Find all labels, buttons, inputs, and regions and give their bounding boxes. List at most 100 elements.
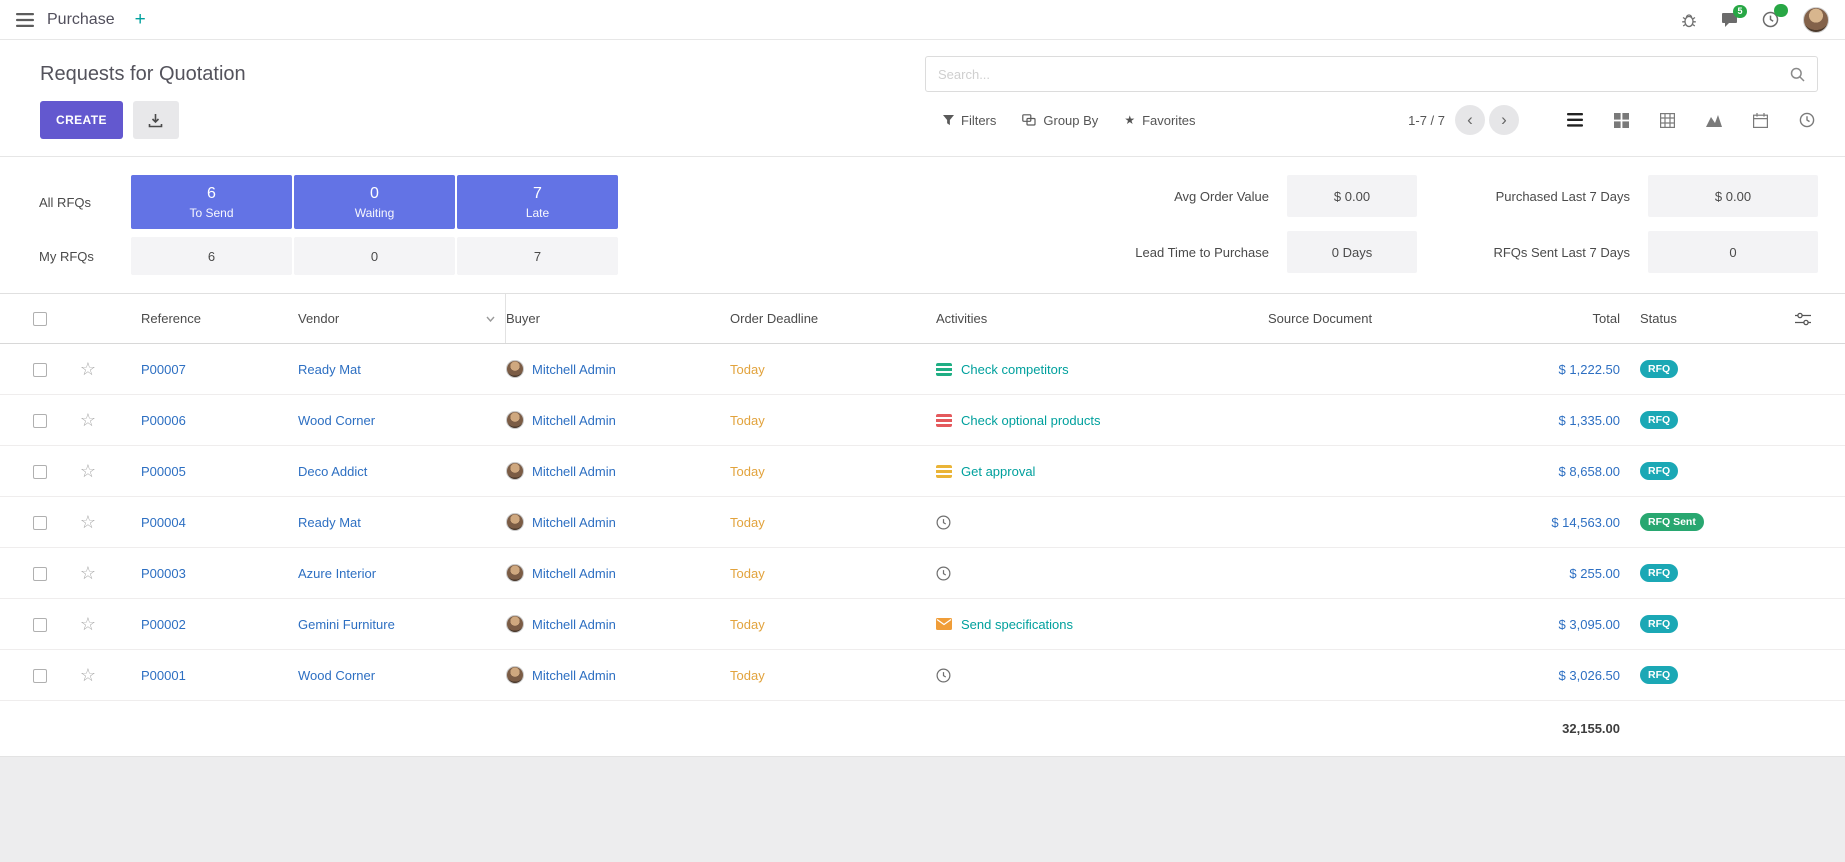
graph-view-icon[interactable] (1706, 113, 1722, 127)
row-checkbox[interactable] (33, 669, 47, 683)
buyer-cell[interactable]: Mitchell Admin (506, 462, 730, 480)
activity-clock-icon[interactable] (936, 668, 951, 683)
reference-link[interactable]: P00006 (114, 413, 298, 428)
favorite-star-icon[interactable]: ☆ (80, 461, 96, 481)
header-buyer[interactable]: Buyer (506, 311, 730, 326)
buyer-avatar (506, 564, 524, 582)
kpi-waiting[interactable]: 0 Waiting (294, 175, 455, 229)
total-amount: $ 3,026.50 (1530, 668, 1620, 683)
reference-link[interactable]: P00003 (114, 566, 298, 581)
table-row[interactable]: ☆ P00006 Wood Corner Mitchell Admin Toda… (0, 395, 1845, 446)
apps-menu-icon[interactable] (16, 13, 34, 27)
header-status[interactable]: Status (1620, 311, 1760, 326)
buyer-cell[interactable]: Mitchell Admin (506, 615, 730, 633)
activity-cell[interactable]: Check optional products (936, 413, 1268, 428)
select-all-checkbox[interactable] (33, 312, 47, 326)
user-avatar[interactable] (1803, 7, 1829, 33)
activity-cell[interactable]: Check competitors (936, 362, 1268, 377)
activity-cell[interactable] (936, 515, 1268, 530)
header-total[interactable]: Total (1530, 311, 1620, 326)
vendor-link[interactable]: Deco Addict (298, 464, 506, 479)
activity-summary[interactable]: Send specifications (961, 617, 1073, 632)
reference-link[interactable]: P00001 (114, 668, 298, 683)
row-checkbox[interactable] (33, 414, 47, 428)
search-input[interactable] (938, 67, 1790, 82)
header-activities[interactable]: Activities (936, 311, 1268, 326)
favorite-star-icon[interactable]: ☆ (80, 665, 96, 685)
favorite-star-icon[interactable]: ☆ (80, 359, 96, 379)
filters-button[interactable]: Filters (943, 113, 996, 128)
order-deadline: Today (730, 464, 936, 479)
buyer-cell[interactable]: Mitchell Admin (506, 411, 730, 429)
buyer-cell[interactable]: Mitchell Admin (506, 513, 730, 531)
favorites-button[interactable]: ★ Favorites (1124, 113, 1195, 128)
new-tab-plus-icon[interactable]: + (135, 10, 146, 29)
search-icon[interactable] (1790, 67, 1805, 82)
header-source-document[interactable]: Source Document (1268, 311, 1530, 326)
messages-icon[interactable]: 5 (1721, 12, 1738, 28)
search-box[interactable] (925, 56, 1818, 92)
stat-label: Avg Order Value (1089, 175, 1269, 217)
activity-cell[interactable]: Send specifications (936, 617, 1268, 632)
activity-cell[interactable] (936, 668, 1268, 683)
reference-link[interactable]: P00002 (114, 617, 298, 632)
table-row[interactable]: ☆ P00003 Azure Interior Mitchell Admin T… (0, 548, 1845, 599)
reference-link[interactable]: P00004 (114, 515, 298, 530)
table-row[interactable]: ☆ P00007 Ready Mat Mitchell Admin Today … (0, 344, 1845, 395)
kpi-late[interactable]: 7 Late (457, 175, 618, 229)
activity-summary[interactable]: Get approval (961, 464, 1035, 479)
table-row[interactable]: ☆ P00001 Wood Corner Mitchell Admin Toda… (0, 650, 1845, 701)
row-checkbox[interactable] (33, 465, 47, 479)
activity-summary[interactable]: Check competitors (961, 362, 1069, 377)
favorite-star-icon[interactable]: ☆ (80, 563, 96, 583)
favorite-star-icon[interactable]: ☆ (80, 410, 96, 430)
buyer-cell[interactable]: Mitchell Admin (506, 564, 730, 582)
header-order-deadline[interactable]: Order Deadline (730, 311, 936, 326)
my-waiting[interactable]: 0 (294, 237, 455, 275)
list-view-icon[interactable] (1567, 113, 1583, 127)
vendor-link[interactable]: Azure Interior (298, 566, 506, 581)
row-checkbox[interactable] (33, 567, 47, 581)
table-row[interactable]: ☆ P00005 Deco Addict Mitchell Admin Toda… (0, 446, 1845, 497)
activity-cell[interactable] (936, 566, 1268, 581)
favorite-star-icon[interactable]: ☆ (80, 512, 96, 532)
my-to-send[interactable]: 6 (131, 237, 292, 275)
activities-clock-icon[interactable] (1762, 11, 1779, 28)
pivot-view-icon[interactable] (1660, 113, 1675, 128)
vendor-link[interactable]: Gemini Furniture (298, 617, 506, 632)
vendor-link[interactable]: Ready Mat (298, 362, 506, 377)
activity-clock-icon[interactable] (936, 566, 951, 581)
buyer-cell[interactable]: Mitchell Admin (506, 666, 730, 684)
row-checkbox[interactable] (33, 516, 47, 530)
vendor-link[interactable]: Ready Mat (298, 515, 506, 530)
activity-clock-icon[interactable] (936, 515, 951, 530)
create-button[interactable]: CREATE (40, 101, 123, 139)
activity-summary[interactable]: Check optional products (961, 413, 1100, 428)
pager-next-button[interactable]: › (1489, 105, 1519, 135)
favorite-star-icon[interactable]: ☆ (80, 614, 96, 634)
table-row[interactable]: ☆ P00004 Ready Mat Mitchell Admin Today … (0, 497, 1845, 548)
vendor-link[interactable]: Wood Corner (298, 413, 506, 428)
row-checkbox[interactable] (33, 363, 47, 377)
reference-link[interactable]: P00005 (114, 464, 298, 479)
my-late[interactable]: 7 (457, 237, 618, 275)
buyer-cell[interactable]: Mitchell Admin (506, 360, 730, 378)
export-button[interactable] (133, 101, 179, 139)
kpi-to-send[interactable]: 6 To Send (131, 175, 292, 229)
debug-bug-icon[interactable] (1681, 12, 1697, 28)
table-row[interactable]: ☆ P00002 Gemini Furniture Mitchell Admin… (0, 599, 1845, 650)
group-by-button[interactable]: Group By (1022, 113, 1098, 128)
kanban-view-icon[interactable] (1614, 113, 1629, 128)
pager-previous-button[interactable]: ‹ (1455, 105, 1485, 135)
activity-list-icon (936, 465, 952, 478)
activity-view-icon[interactable] (1799, 112, 1815, 128)
app-title[interactable]: Purchase (47, 11, 115, 29)
header-reference[interactable]: Reference (114, 311, 298, 326)
calendar-view-icon[interactable] (1753, 113, 1768, 128)
optional-columns-icon[interactable] (1795, 312, 1811, 326)
activity-cell[interactable]: Get approval (936, 464, 1268, 479)
reference-link[interactable]: P00007 (114, 362, 298, 377)
row-checkbox[interactable] (33, 618, 47, 632)
vendor-link[interactable]: Wood Corner (298, 668, 506, 683)
header-vendor[interactable]: Vendor (298, 294, 506, 343)
